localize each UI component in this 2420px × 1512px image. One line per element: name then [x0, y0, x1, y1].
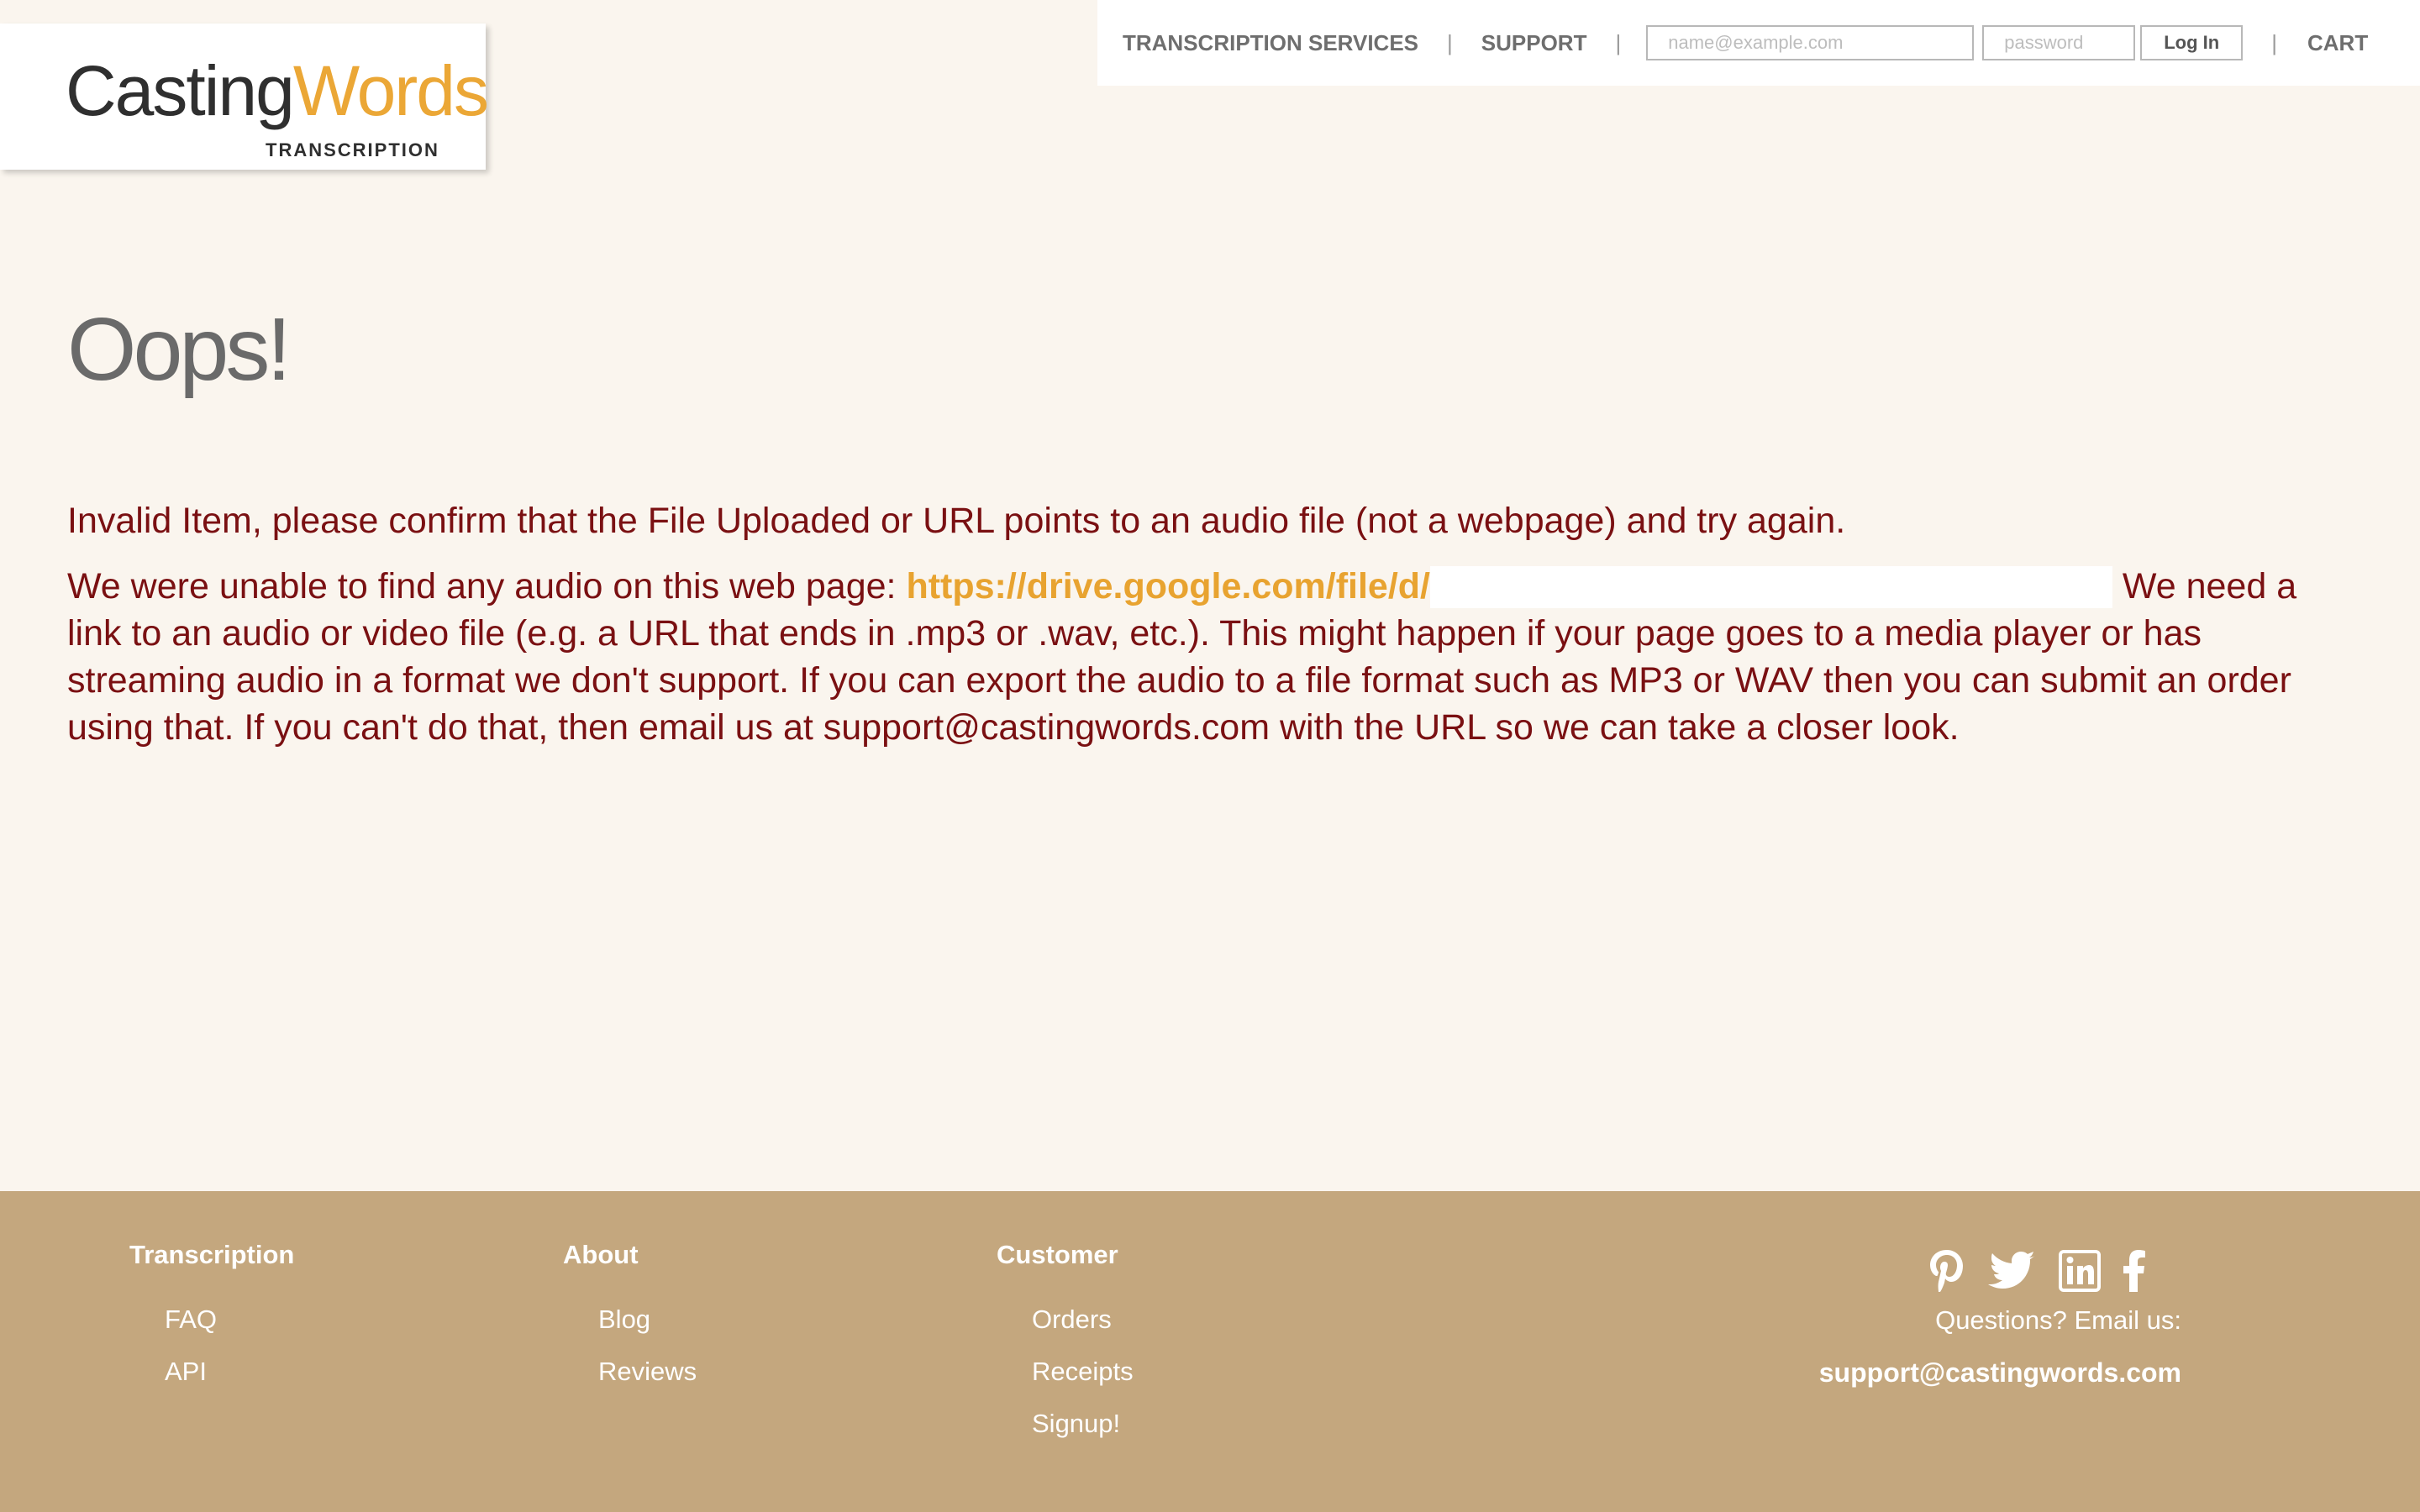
top-nav: TRANSCRIPTION SERVICES | SUPPORT | Log I…: [1097, 0, 2420, 86]
nav-separator: |: [2271, 29, 2277, 55]
twitter-icon[interactable]: [1988, 1251, 2037, 1291]
logo-part-words: Words: [292, 51, 489, 130]
page: CastingWords TRANSCRIPTION TRANSCRIPTION…: [0, 0, 2420, 1512]
error-details-intro: We were unable to find any audio on this…: [67, 566, 907, 606]
footer-link-blog[interactable]: Blog: [598, 1294, 697, 1346]
footer-heading: About: [563, 1240, 639, 1269]
footer-link-orders[interactable]: Orders: [1032, 1294, 1134, 1346]
logo-wordmark: CastingWords: [66, 55, 489, 126]
error-message: Invalid Item, please confirm that the Fi…: [67, 501, 1846, 541]
page-title: Oops!: [67, 300, 292, 399]
error-details: We were unable to find any audio on this…: [67, 563, 2353, 751]
footer-column-about: About Blog Reviews: [563, 1240, 697, 1398]
questions-label: Questions? Email us:: [1935, 1305, 2181, 1335]
footer-link-receipts[interactable]: Receipts: [1032, 1346, 1134, 1398]
password-field[interactable]: [1982, 25, 2136, 60]
footer-column-customer: Customer Orders Receipts Signup!: [997, 1240, 1134, 1450]
submitted-url-link[interactable]: https://drive.google.com/file/d/: [906, 566, 2112, 608]
login-button[interactable]: Log In: [2140, 25, 2244, 60]
nav-transcription-services[interactable]: TRANSCRIPTION SERVICES: [1123, 30, 1418, 56]
footer: Transcription FAQ API About Blog Reviews…: [0, 1191, 2420, 1512]
footer-link-api[interactable]: API: [165, 1346, 294, 1398]
footer-column-transcription: Transcription FAQ API: [129, 1240, 294, 1398]
submitted-url-text: https://drive.google.com/file/d/: [906, 566, 1430, 606]
nav-separator: |: [1615, 29, 1622, 55]
footer-link-reviews[interactable]: Reviews: [598, 1346, 697, 1398]
redacted-url-segment: [1429, 566, 2112, 608]
nav-cart[interactable]: CART: [2307, 30, 2368, 56]
footer-link-signup[interactable]: Signup!: [1032, 1398, 1134, 1450]
footer-heading: Transcription: [129, 1240, 295, 1269]
footer-heading: Customer: [997, 1240, 1118, 1269]
logo-part-casting: Casting: [66, 51, 295, 130]
logo[interactable]: CastingWords TRANSCRIPTION: [0, 24, 489, 170]
email-field[interactable]: [1646, 25, 1975, 60]
logo-tagline: TRANSCRIPTION: [266, 139, 439, 160]
facebook-icon[interactable]: [2123, 1250, 2146, 1292]
nav-support[interactable]: SUPPORT: [1481, 30, 1587, 56]
pinterest-icon[interactable]: [1928, 1248, 1966, 1294]
nav-separator: |: [1447, 29, 1453, 55]
linkedin-icon[interactable]: [2059, 1250, 2101, 1292]
support-email-link[interactable]: support@castingwords.com: [1819, 1357, 2181, 1389]
footer-link-faq[interactable]: FAQ: [165, 1294, 294, 1346]
social-links: [1928, 1248, 2146, 1294]
